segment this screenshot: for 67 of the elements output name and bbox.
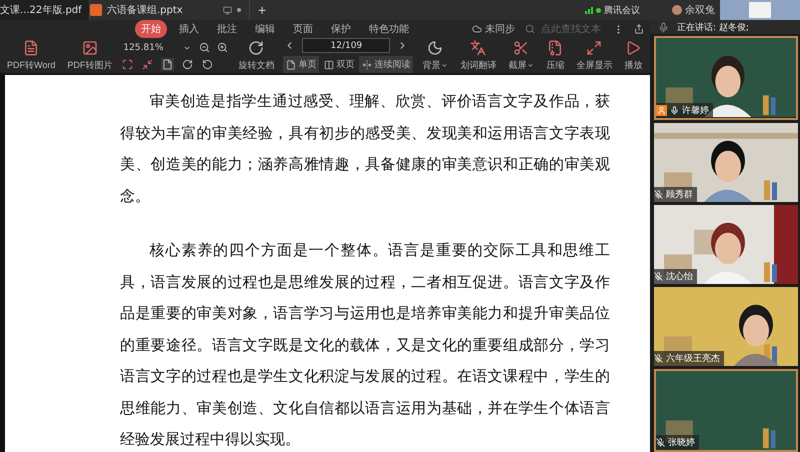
two-pages-icon (324, 60, 334, 70)
menu-tab[interactable]: 页面 (287, 20, 319, 38)
moon-icon (427, 40, 444, 56)
tool-button[interactable]: 压缩 (543, 40, 568, 72)
menu-tab[interactable]: 保护 (325, 20, 357, 38)
menu-tab[interactable]: 编辑 (249, 20, 281, 38)
view-mode-button[interactable]: 单页 (283, 56, 320, 73)
play-icon (625, 40, 642, 56)
zoom-field[interactable]: 125.81% (121, 40, 194, 55)
document-tab[interactable]: 六语备课组.pptx (90, 0, 250, 20)
name-tag: 六年级王亮杰 (654, 350, 724, 366)
microphone-icon (658, 22, 669, 33)
share-icon[interactable] (634, 24, 644, 34)
tool-button[interactable]: 划词翻译 (457, 40, 500, 72)
paragraph: 审美创造是指学生通过感受、理解、欣赏、评价语言文字及作品，获得较为丰富的审美经验，具有初步的感受美、发现美和运用语言文字表现美、创造美的能力；涵养高雅情趣，具备健康的审美意识和正确的审美观念。 (120, 92, 610, 206)
name-tag: 张晓婷 (656, 435, 699, 450)
speaking-status: 正在讲话: 赵冬俊; (677, 22, 749, 34)
search-icon (525, 24, 535, 34)
fold-icon (362, 60, 372, 70)
convert-button[interactable]: PDF转Word (4, 40, 58, 72)
name-tag: 沈心怡 (654, 268, 697, 284)
tool-button[interactable]: 播放 (621, 40, 646, 72)
document-icon (23, 40, 40, 56)
rotate-right-icon[interactable] (181, 58, 194, 71)
translate-icon (470, 40, 486, 56)
user-name: 余双兔 (685, 4, 715, 17)
image-icon (82, 40, 98, 56)
expand-icon (586, 40, 602, 56)
menu-tab[interactable]: 开始 (135, 20, 167, 38)
cloud-icon (472, 24, 482, 34)
dot-icon (237, 8, 241, 12)
search-field[interactable]: 点此查找文本 (525, 22, 603, 36)
rotate-icon (248, 40, 264, 56)
view-mode-button[interactable]: 双页 (321, 56, 358, 73)
scissors-icon (513, 40, 530, 56)
sync-button[interactable]: 未同步 (472, 22, 515, 36)
file-icon (90, 4, 102, 16)
name-tag: 许馨婷 (656, 102, 713, 118)
view-mode-button[interactable]: 连续阅读 (359, 56, 414, 73)
zoom-out-icon[interactable] (198, 41, 212, 54)
rotate-left-icon[interactable] (201, 58, 214, 71)
shrink-icon[interactable] (141, 58, 154, 71)
caret-icon (441, 62, 448, 68)
document-tab[interactable]: 文课...22年版.pdf (0, 0, 90, 20)
zoom-in-icon[interactable] (216, 41, 230, 54)
menu-tab[interactable]: 插入 (173, 20, 205, 38)
status-dot-icon (596, 8, 601, 12)
tool-button[interactable]: 截屏 (505, 40, 538, 72)
name-tag: 顾秀群 (654, 186, 697, 202)
page-icon[interactable] (161, 58, 174, 71)
page-field[interactable]: 12/109 (302, 38, 390, 53)
page-icon (286, 60, 296, 70)
archive-icon (547, 40, 564, 56)
rotate-button[interactable]: 旋转文档 (235, 40, 278, 72)
monitor-icon (223, 6, 232, 14)
new-tab-button[interactable]: + (250, 2, 274, 18)
tool-button[interactable]: 全屏显示 (573, 40, 616, 72)
convert-button[interactable]: PDF转图片 (64, 40, 116, 72)
caret-icon (527, 62, 534, 68)
signal-icon (585, 6, 593, 14)
tool-button[interactable]: 背景 (419, 40, 452, 72)
meeting-app-title: 腾讯会议 (604, 4, 640, 16)
menu-tab[interactable]: 批注 (211, 20, 243, 38)
paragraph: 核心素养的四个方面是一个整体。语言是重要的交际工具和思维工具，语言发展的过程也是思维发展的过程，二者相互促进。语言文字及作品是重要的审美对象，语言学习与运用也是培养审美能力和提升审美品位的重要途径。语言文字既是文化的载体，又是文化的重要组成部分，学习语言文字的过程也是学生文化积淀与发展的过程。在语文课程中，学生的思维能力、审美创造、文化自信都以语言运用为基础，并在学生个体语言经验发展过程中得以实现。 (120, 241, 610, 450)
menu-tab[interactable]: 特色功能 (363, 20, 415, 38)
fit-icon[interactable] (121, 58, 134, 71)
avatar-icon (672, 5, 682, 15)
